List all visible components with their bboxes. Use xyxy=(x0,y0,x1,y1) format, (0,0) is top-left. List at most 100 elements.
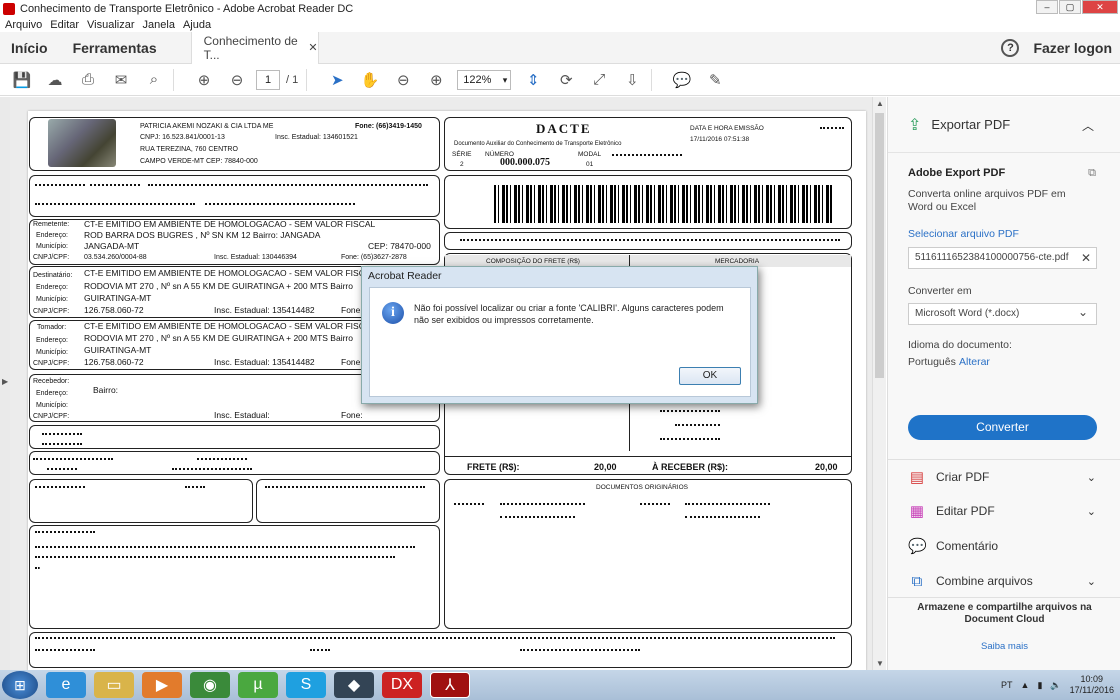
close-window-button[interactable]: ✕ xyxy=(1082,0,1118,14)
dotted-placeholder xyxy=(660,438,720,440)
menu-window[interactable]: Janela xyxy=(143,19,175,31)
chevron-up-icon[interactable]: ︿ xyxy=(1082,117,1094,134)
utorrent-icon[interactable]: µ xyxy=(238,672,278,698)
chevron-down-icon[interactable]: ⌄ xyxy=(1087,471,1096,484)
menu-file[interactable]: Arquivo xyxy=(5,19,42,31)
help-icon[interactable]: ? xyxy=(1001,39,1020,57)
next-page-icon[interactable]: ⊖ xyxy=(226,69,248,91)
dotted-placeholder xyxy=(35,486,85,488)
toolbar-divider xyxy=(306,68,308,91)
menu-help[interactable]: Ajuda xyxy=(183,19,211,31)
recipient-city-label: Município: xyxy=(36,296,68,303)
menu-bar: Arquivo Editar Visualizar Janela Ajuda xyxy=(0,17,1120,32)
vertical-scrollbar[interactable]: ▲ ▼ xyxy=(872,97,886,670)
rotate-icon[interactable]: ⟳ xyxy=(555,69,577,91)
email-icon[interactable]: ✉ xyxy=(110,69,132,91)
zoom-out-icon[interactable]: ⊖ xyxy=(392,69,414,91)
panel-divider xyxy=(888,597,1120,598)
comment-icon[interactable]: 💬 xyxy=(671,69,693,91)
tool-edit-pdf[interactable]: ▦ Editar PDF ⌄ xyxy=(908,494,1108,528)
dotted-placeholder xyxy=(35,567,40,569)
change-language-link[interactable]: Alterar xyxy=(959,356,990,368)
language-indicator[interactable]: PT xyxy=(1001,680,1013,690)
koala-logo xyxy=(48,119,116,167)
tool-combine-files[interactable]: ⧉ Combine arquivos ⌄ xyxy=(908,564,1108,598)
skype-icon[interactable]: S xyxy=(286,672,326,698)
menu-view[interactable]: Visualizar xyxy=(87,19,135,31)
save-icon[interactable]: 💾 xyxy=(11,69,33,91)
scroll-up-icon[interactable]: ▲ xyxy=(876,99,884,108)
maximize-button[interactable]: ▢ xyxy=(1059,0,1081,14)
original-docs-box xyxy=(444,479,852,629)
tool-comment[interactable]: 💬 Comentário xyxy=(908,529,1108,563)
dotted-placeholder xyxy=(660,410,720,412)
dotted-placeholder xyxy=(35,546,415,548)
previous-page-icon[interactable]: ⊕ xyxy=(193,69,215,91)
scroll-down-icon[interactable]: ▼ xyxy=(876,659,884,668)
sign-in-link[interactable]: Fazer logon xyxy=(1033,40,1112,56)
info-box xyxy=(29,175,440,217)
close-tab-icon[interactable]: ✕ xyxy=(308,41,317,54)
dx-app-icon[interactable]: DX xyxy=(382,672,422,698)
ok-button[interactable]: OK xyxy=(679,367,741,385)
highlight-pen-icon[interactable]: ✎ xyxy=(704,69,726,91)
freight-composition-header: COMPOSIÇÃO DO FRETE (R$) xyxy=(486,258,580,265)
zoom-select[interactable]: 122% xyxy=(457,69,512,90)
tool-create-pdf[interactable]: ▤ Criar PDF ⌄ xyxy=(908,460,1108,494)
dotted-placeholder xyxy=(35,203,195,205)
dotted-placeholder xyxy=(35,556,395,558)
tray-expand-icon[interactable]: ▲ xyxy=(1021,680,1030,690)
selected-file-field[interactable]: 5116111652384100000756-cte.pdf ✕ xyxy=(908,247,1097,269)
dacte-title: DACTE xyxy=(536,121,592,136)
full-screen-icon[interactable]: ⤢ xyxy=(588,69,610,91)
page-number-input[interactable]: 1 xyxy=(256,69,280,90)
clock[interactable]: 10:09 17/11/2016 xyxy=(1070,674,1114,696)
scroll-mode-icon[interactable]: ⇩ xyxy=(621,69,643,91)
dotted-placeholder xyxy=(148,184,428,186)
search-icon[interactable]: ⌕ xyxy=(143,69,165,91)
minimize-button[interactable]: – xyxy=(1036,0,1058,14)
fit-page-icon[interactable]: ⇕ xyxy=(522,69,544,91)
select-pdf-link[interactable]: Selecionar arquivo PDF xyxy=(908,228,1019,240)
scrollbar-thumb[interactable] xyxy=(875,113,884,378)
right-tools-panel: ⇪ Exportar PDF ︿ Adobe Export PDF ⧉ Conv… xyxy=(887,97,1120,670)
tab-tools[interactable]: Ferramentas xyxy=(73,40,157,56)
chevron-down-icon[interactable]: ⌄ xyxy=(1087,505,1096,518)
select-cursor-icon[interactable]: ➤ xyxy=(326,69,348,91)
tab-document[interactable]: Conhecimento de T... ✕ xyxy=(190,31,319,64)
payer-ie: Insc. Estadual: 135414482 xyxy=(214,357,315,367)
hand-tool-icon[interactable]: ✋ xyxy=(359,69,381,91)
volume-icon[interactable]: 🔈 xyxy=(1050,680,1061,691)
clock-date: 17/11/2016 xyxy=(1069,685,1114,695)
zoom-in-icon[interactable]: ⊕ xyxy=(425,69,447,91)
dotted-placeholder xyxy=(47,468,77,470)
sender-cep: CEP: 78470-000 xyxy=(368,241,431,251)
export-pdf-header[interactable]: ⇪ Exportar PDF ︿ xyxy=(888,97,1120,153)
internet-explorer-icon[interactable]: e xyxy=(46,672,86,698)
database-app-icon[interactable]: ◆ xyxy=(334,672,374,698)
media-player-icon[interactable]: ▶ xyxy=(142,672,182,698)
payer-cnpj-label: CNPJ/CPF: xyxy=(33,360,70,367)
format-select[interactable]: Microsoft Word (*.docx) xyxy=(908,302,1097,325)
file-explorer-icon[interactable]: ▭ xyxy=(94,672,134,698)
learn-more-link[interactable]: Saiba mais xyxy=(888,641,1120,652)
expand-left-pane-icon[interactable]: ▶ xyxy=(2,377,8,386)
serie-label: SÉRIE xyxy=(452,151,472,158)
receiver-label: Recebedor: xyxy=(33,378,70,385)
tab-home[interactable]: Início xyxy=(11,40,48,56)
network-icon[interactable]: ▮ xyxy=(1037,680,1042,691)
upload-cloud-icon[interactable]: ☁ xyxy=(44,69,66,91)
chevron-down-icon[interactable]: ⌄ xyxy=(1087,575,1096,588)
print-icon[interactable]: ⎙ xyxy=(77,69,99,91)
acrobat-taskbar-icon[interactable]: ⅄ xyxy=(430,672,470,698)
start-button[interactable]: ⊞ xyxy=(2,671,38,699)
menu-edit[interactable]: Editar xyxy=(50,19,79,31)
left-nav-strip[interactable]: ▶ xyxy=(0,97,10,670)
sender-address-label: Endereço: xyxy=(36,232,68,239)
chrome-icon[interactable]: ◉ xyxy=(190,672,230,698)
remove-file-icon[interactable]: ✕ xyxy=(1081,248,1091,268)
dotted-placeholder xyxy=(33,458,113,460)
copy-icon[interactable]: ⧉ xyxy=(1088,167,1096,180)
dotted-placeholder xyxy=(685,516,760,518)
convert-button[interactable]: Converter xyxy=(908,415,1097,440)
